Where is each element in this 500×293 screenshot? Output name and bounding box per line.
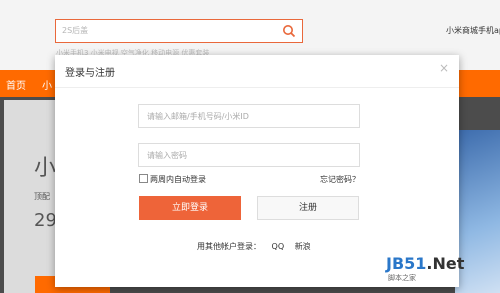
password-placeholder: 请输入密码 <box>147 151 187 160</box>
remember-me[interactable]: 两周内自动登录 <box>139 174 206 185</box>
remember-checkbox[interactable] <box>139 174 148 183</box>
watermark-logo: JB51.Net 脚本之家 <box>386 254 496 284</box>
close-icon[interactable]: × <box>439 61 449 75</box>
account-input[interactable]: 请输入邮箱/手机号码/小米ID <box>138 104 360 128</box>
remember-label: 两周内自动登录 <box>150 175 206 184</box>
promo-subtitle: 顶配 <box>34 192 50 201</box>
search-icon[interactable] <box>282 24 296 38</box>
header-right-link[interactable]: 小米商城手机app <box>446 25 500 36</box>
dialog-header: 登录与注册 × <box>55 55 459 88</box>
weibo-login-link[interactable]: 新浪 <box>295 242 311 251</box>
account-placeholder: 请输入邮箱/手机号码/小米ID <box>147 112 249 121</box>
login-dialog: 登录与注册 × 请输入邮箱/手机号码/小米ID 请输入密码 两周内自动登录 忘记… <box>55 55 459 287</box>
dialog-title: 登录与注册 <box>65 68 115 79</box>
nav-item-home[interactable]: 首页 <box>6 77 26 92</box>
register-button[interactable]: 注册 <box>257 196 359 220</box>
qq-login-link[interactable]: QQ <box>272 242 285 251</box>
forgot-password-link[interactable]: 忘记密码？ <box>320 174 360 185</box>
site-search-input[interactable]: 2S后盖 <box>55 19 303 43</box>
promo-title: 小 <box>34 156 57 181</box>
login-button[interactable]: 立即登录 <box>139 196 241 220</box>
promo-price: 29 <box>34 210 57 231</box>
watermark-brand: JB51 <box>386 254 427 273</box>
password-input[interactable]: 请输入密码 <box>138 143 360 167</box>
other-login: 用其他帐户登录： QQ 新浪 <box>197 241 319 252</box>
watermark-domain: .Net <box>426 254 465 273</box>
other-login-label: 用其他帐户登录： <box>197 242 261 251</box>
nav-item-2[interactable]: 小 <box>42 77 52 92</box>
site-search-placeholder: 2S后盖 <box>62 26 89 35</box>
watermark-subtitle: 脚本之家 <box>388 274 416 282</box>
